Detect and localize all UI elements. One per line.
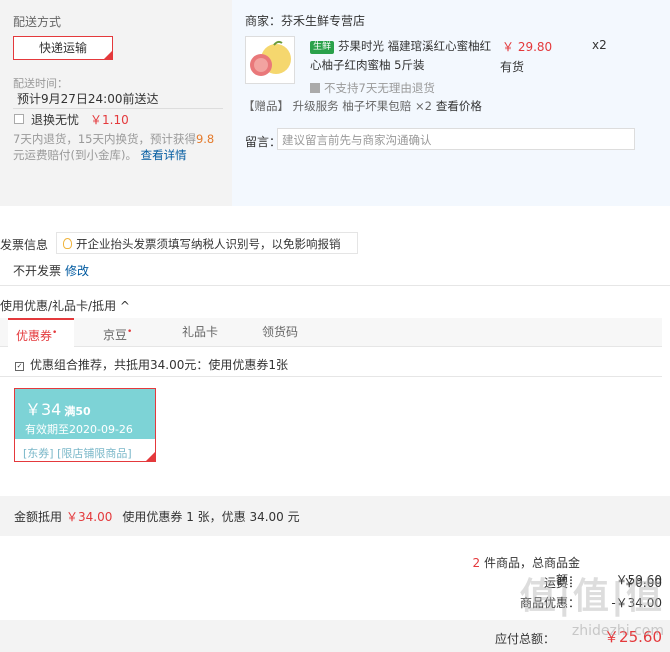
tab-redeem-code[interactable]: 领货码 [262,318,298,346]
discount-tabs: 优惠券• 京豆• 礼品卡 领货码 [0,318,662,347]
fresh-badge: 生鲜 [310,41,335,54]
product-thumbnail[interactable] [245,36,295,84]
payable-value: ￥25.60 [604,628,662,646]
item-count: 2 [472,556,481,570]
gift-tag: 【赠品】 [243,99,289,113]
freight-label: 运费： [543,576,580,590]
divider [0,285,670,286]
gift-row: 【赠品】 升级服务 柚子坏果包赔 ×2 查看价格 [243,98,482,114]
no-return-icon [310,83,320,93]
tab-label: 京豆 [103,328,128,342]
combo-text: 优惠组合推荐，共抵用34.00元：使用优惠券1张 [30,358,288,372]
tab-jingdou[interactable]: 京豆• [103,318,132,346]
checkmark-icon: ✓ [15,362,24,371]
discount-row: 商品优惠： -￥34.00 [450,594,662,611]
product-title[interactable]: 生鲜 芬果时光 福建琯溪红心蜜柚红心柚子红肉蜜柚 5斤装 [310,37,492,75]
selected-corner-icon [146,452,155,461]
view-price-link[interactable]: 查看价格 [436,99,482,113]
coupon-amount: ￥34 满50 [25,396,91,420]
freight-value: ￥0.00 [623,576,662,590]
selected-corner-icon [104,51,112,59]
shipping-title: 配送方式 [13,15,62,29]
tab-coupons[interactable]: 优惠券• [8,318,74,347]
shipping-mode-option[interactable]: 快递运输 [13,36,113,60]
product-price: ￥ 29.80 [502,40,553,54]
summary-label: 金额抵用 [14,510,63,524]
discount-value: -￥34.00 [611,596,662,610]
no-return-text: 不支持7天无理由退货 [324,81,435,95]
product-title-text: 芬果时光 福建琯溪红心蜜柚红心柚子红肉蜜柚 5斤装 [310,39,492,72]
message-input[interactable]: 建议留言前先与商家沟通确认 [277,128,635,150]
store-panel: 商家：芬禾生鲜专营店 生鲜 芬果时光 福建琯溪红心蜜柚红心柚子红肉蜜柚 5斤装 ￥… [232,0,670,206]
return-service-desc: 7天内退货，15天内换货，预计获得9.8 元运费赔付(到小金库)。 查看详情 [13,131,223,163]
return-service-checkbox[interactable] [14,114,24,124]
return-service-label: 退换无忧 [31,113,80,127]
divider [13,108,223,109]
desc-amount: 9.8 [195,132,215,146]
invoice-status-text: 不开发票 [13,264,62,278]
delivery-time-value: 预计9月27日24:00前送达 [17,92,159,106]
shipping-mode-label: 快递运输 [38,41,87,55]
gift-text: 升级服务 柚子坏果包赔 ×2 [292,99,432,113]
tab-dot: • [127,327,133,337]
merchant-name: 商家：芬禾生鲜专营店 [245,14,366,28]
discount-summary-text: 金额抵用 ￥34.00 使用优惠券 1 张，优惠 34.00 元 [14,508,300,525]
message-label: 留言： [245,135,282,149]
tab-label: 优惠券 [16,329,53,343]
desc-text: 7天内退货，15天内换货，预计获得 [13,132,196,146]
summary-amount: ￥34.00 [66,510,113,524]
tab-dot: • [52,328,58,338]
freight-row: 运费： ￥0.00 [450,574,662,591]
tab-label: 领货码 [262,325,299,339]
lightbulb-icon [63,238,72,249]
invoice-tip: 开企业抬头发票须填写纳税人识别号，以免影响报销 [56,232,358,254]
invoice-status: 不开发票 修改 [13,262,89,279]
invoice-edit-link[interactable]: 修改 [65,264,89,278]
discount-label: 商品优惠： [519,596,580,610]
desc-text-tail: 元运费赔付(到小金库)。 [13,148,137,162]
coupon-value: ￥34 [25,400,62,419]
return-service-price: ￥1.10 [90,113,129,127]
combo-recommendation[interactable]: ✓ 优惠组合推荐，共抵用34.00元：使用优惠券1张 [15,356,288,373]
summary-detail: 使用优惠券 1 张，优惠 34.00 元 [122,510,300,524]
discount-section-toggle[interactable]: 使用优惠/礼品卡/抵用 ^ [0,297,130,314]
product-quantity: x2 [592,38,607,52]
coupon-condition: 满50 [64,405,91,418]
invoice-tip-text: 开企业抬头发票须填写纳税人识别号，以免影响报销 [76,237,341,251]
shipping-panel: 配送方式 快递运输 配送时间： 预计9月27日24:00前送达 退换无忧 ￥1.… [0,0,232,206]
invoice-title: 发票信息 [0,238,49,252]
delivery-time-label: 配送时间： [13,77,68,90]
discount-summary: 金额抵用 ￥34.00 使用优惠券 1 张，优惠 34.00 元 [0,496,670,536]
tab-gift-card[interactable]: 礼品卡 [182,318,218,346]
coupon-face: ￥34 满50 有效期至2020-09-26 [15,389,155,439]
coupon-validity: 有效期至2020-09-26 [25,423,133,436]
view-details-link[interactable]: 查看详情 [141,148,187,162]
payable-label: 应付总额： [494,632,555,646]
coupon-card[interactable]: ￥34 满50 有效期至2020-09-26 [东券] [限店铺限商品] [14,388,156,462]
tab-label: 礼品卡 [182,325,219,339]
no-return-notice: 不支持7天无理由退货 [310,80,435,96]
coupon-tags: [东券] [限店铺限商品] [23,447,132,460]
payable-bar: 应付总额： ￥25.60 [0,620,670,652]
pomelo-image-icon [250,40,291,76]
stock-status: 有货 [500,60,525,74]
